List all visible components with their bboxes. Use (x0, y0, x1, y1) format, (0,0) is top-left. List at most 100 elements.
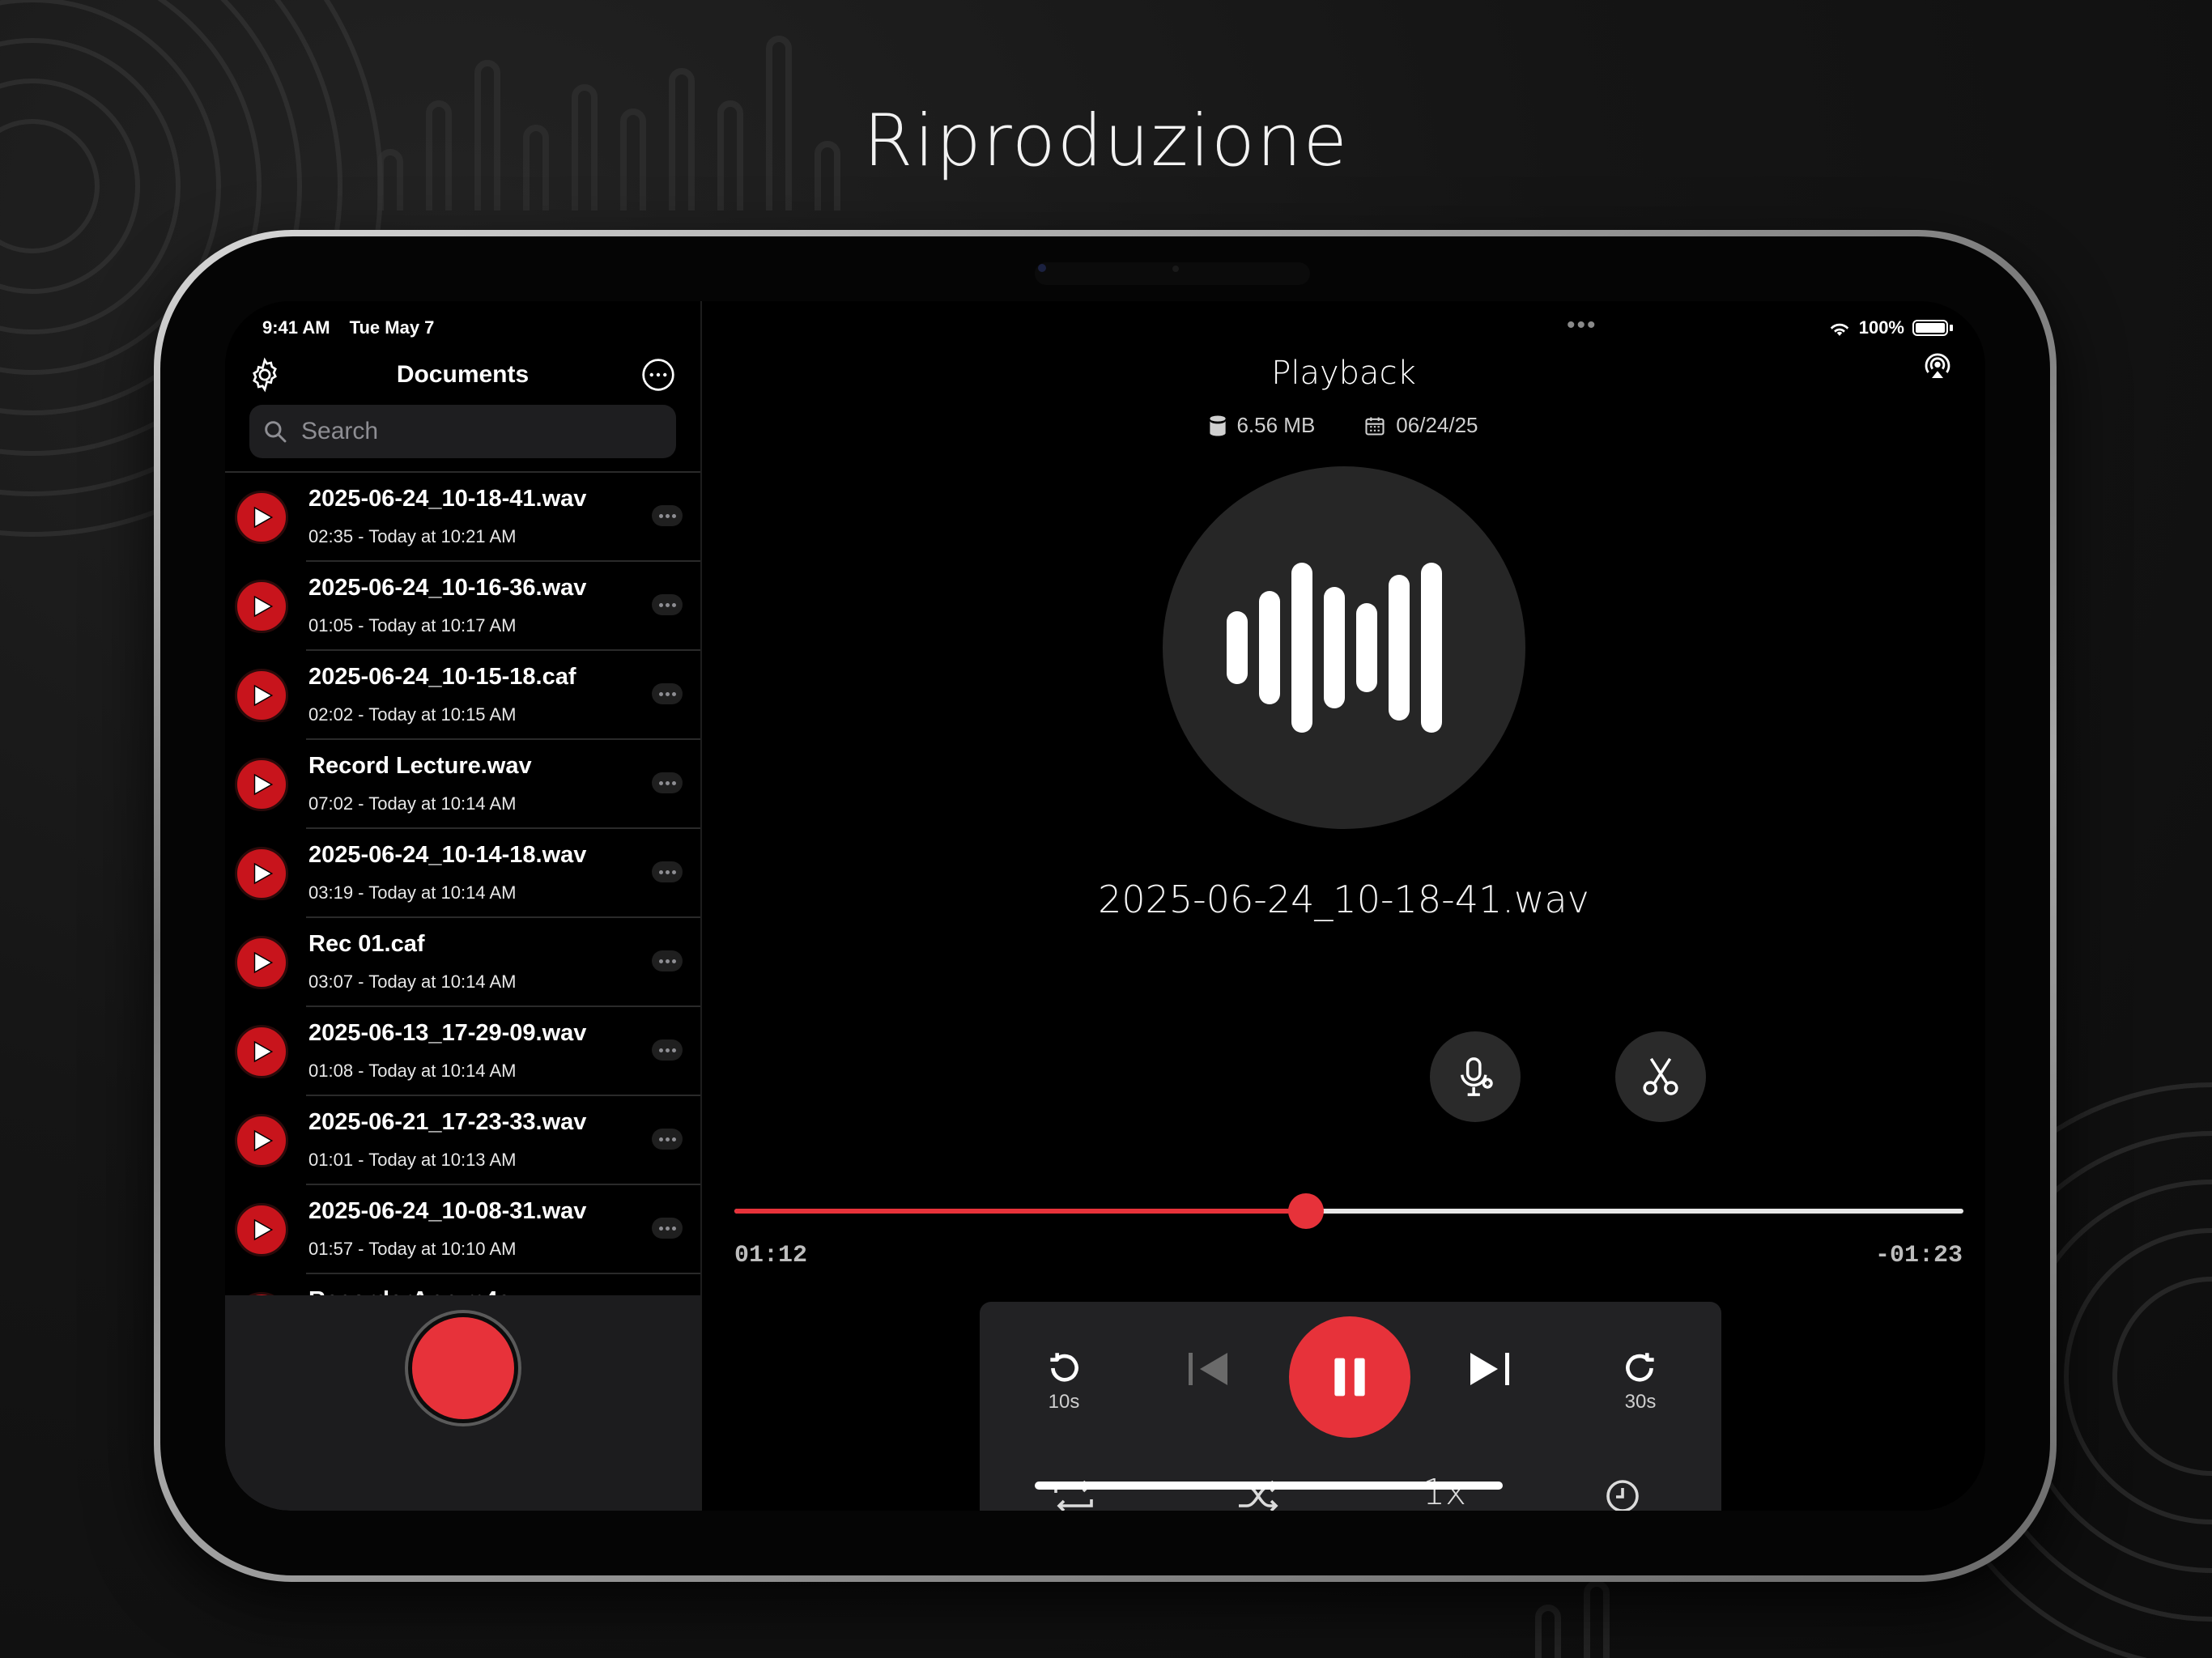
list-item[interactable]: Record Lecture.wav 07:02 - Today at 10:14… (225, 740, 700, 829)
recording-meta: 03:19 - Today at 10:14 AM (308, 882, 517, 903)
recording-name: 2025-06-24_10-18-41.wav (308, 486, 587, 512)
list-item[interactable]: 2025-06-13_17-29-09.wav 01:08 - Today at … (225, 1007, 700, 1096)
recordings-list: 2025-06-24_10-18-41.wav 02:35 - Today at … (225, 471, 700, 1299)
list-item[interactable]: 2025-06-24_10-18-41.wav 02:35 - Today at … (225, 473, 700, 562)
remaining-time: -01:23 (1874, 1242, 1963, 1269)
previous-track-button[interactable] (1168, 1349, 1249, 1389)
dot (671, 1137, 676, 1141)
item-more-button[interactable] (652, 594, 683, 615)
search-input[interactable] (300, 417, 659, 446)
dot (671, 869, 676, 874)
file-size: 6.56 MB (1236, 413, 1316, 437)
sleep-timer-button[interactable] (1598, 1477, 1647, 1511)
file-date-info: 06/24/25 (1363, 413, 1478, 438)
record-button[interactable] (408, 1313, 518, 1423)
status-bar-right: 100% (1828, 317, 1953, 338)
recording-name: Rec 01.caf (308, 931, 425, 957)
dot (665, 691, 670, 696)
mic-plus-icon (1460, 1057, 1493, 1096)
playback-panel: ••• 100% Playback 6.56 MB 06/24/25 2025-… (702, 301, 1985, 1511)
dot (665, 513, 670, 518)
item-more-button[interactable] (652, 1218, 683, 1239)
dot (658, 780, 663, 785)
calendar-icon (1365, 417, 1385, 436)
skip-back-button[interactable]: 10s (1023, 1349, 1104, 1414)
list-item[interactable]: 2025-06-24_10-14-18.wav 03:19 - Today at … (225, 829, 700, 918)
front-camera (1038, 264, 1046, 272)
more-options-button[interactable] (638, 355, 678, 395)
recording-name: 2025-06-24_10-08-31.wav (308, 1198, 587, 1224)
recording-meta: 01:01 - Today at 10:13 AM (308, 1150, 517, 1170)
item-more-button[interactable] (652, 950, 683, 971)
scrubber-thumb[interactable] (1287, 1193, 1324, 1229)
battery-icon (1912, 320, 1948, 336)
play-button[interactable] (235, 1025, 288, 1078)
status-bar-left: 9:41 AM Tue May 7 (262, 317, 449, 338)
record-panel (225, 1295, 700, 1511)
playback-speed: 1x (1422, 1472, 1467, 1511)
recording-name: 2025-06-24_10-16-36.wav (308, 575, 587, 601)
elapsed-time: 01:12 (734, 1242, 808, 1269)
play-button[interactable] (235, 669, 288, 722)
item-more-button[interactable] (652, 683, 683, 704)
play-icon (253, 1129, 274, 1152)
playback-speed-button[interactable]: 1x (1404, 1472, 1485, 1511)
airplay-button[interactable] (1921, 350, 1961, 390)
dot (658, 1048, 663, 1052)
play-button[interactable] (235, 580, 288, 633)
play-icon (253, 951, 274, 974)
home-indicator[interactable] (1035, 1482, 1503, 1490)
sidebar-header: Documents (225, 350, 700, 398)
recording-meta: 01:08 - Today at 10:14 AM (308, 1061, 517, 1081)
dot (671, 1226, 676, 1231)
storage-icon (1210, 414, 1227, 436)
multitasking-handle[interactable]: ••• (1567, 313, 1597, 338)
file-date: 06/24/25 (1396, 413, 1478, 437)
recording-meta: 01:57 - Today at 10:10 AM (308, 1239, 517, 1259)
dot (665, 780, 670, 785)
list-item[interactable]: 2025-06-24_10-16-36.wav 01:05 - Today at … (225, 562, 700, 651)
item-more-button[interactable] (652, 861, 683, 882)
playback-scrubber[interactable] (734, 1187, 1963, 1235)
play-button[interactable] (235, 491, 288, 544)
play-button[interactable] (235, 758, 288, 811)
play-icon (253, 595, 274, 618)
recording-name: 2025-06-21_17-23-33.wav (308, 1109, 587, 1135)
play-button[interactable] (235, 847, 288, 900)
recording-name: 2025-06-13_17-29-09.wav (308, 1020, 587, 1046)
skip-back-label: 10s (1048, 1391, 1080, 1413)
search-icon (265, 421, 287, 443)
play-icon (253, 506, 274, 529)
recording-meta: 01:05 - Today at 10:17 AM (308, 615, 517, 636)
play-button[interactable] (235, 1114, 288, 1167)
search-bar[interactable] (249, 405, 676, 458)
pause-button[interactable] (1289, 1316, 1410, 1438)
dot (671, 691, 676, 696)
camera-housing (1035, 262, 1310, 285)
list-item[interactable]: 2025-06-21_17-23-33.wav 01:01 - Today at … (225, 1096, 700, 1185)
play-button[interactable] (235, 1203, 288, 1256)
scrubber-progress (734, 1209, 1306, 1214)
play-button[interactable] (235, 936, 288, 989)
list-item[interactable]: Rec 01.caf 03:07 - Today at 10:14 AM (225, 918, 700, 1007)
next-track-button[interactable] (1449, 1349, 1530, 1389)
wifi-icon (1830, 323, 1848, 336)
previous-icon (1189, 1353, 1227, 1385)
add-recording-button[interactable] (1430, 1031, 1521, 1122)
status-time: 9:41 AM (262, 317, 330, 338)
item-more-button[interactable] (652, 1129, 683, 1150)
recording-meta: 02:35 - Today at 10:21 AM (308, 526, 517, 546)
pause-icon (1334, 1358, 1365, 1397)
item-more-button[interactable] (652, 505, 683, 526)
list-item[interactable]: 2025-06-24_10-08-31.wav 01:57 - Today at … (225, 1185, 700, 1274)
trim-button[interactable] (1615, 1031, 1706, 1122)
dot (658, 1226, 663, 1231)
item-more-button[interactable] (652, 772, 683, 793)
sidebar-title: Documents (396, 361, 530, 388)
playback-title: Playback (1271, 355, 1416, 392)
list-item[interactable]: 2025-06-24_10-15-18.caf 02:02 - Today at … (225, 651, 700, 740)
documents-sidebar: 9:41 AM Tue May 7 Documents Search 2025-… (225, 301, 702, 1511)
dot (658, 1137, 663, 1141)
skip-forward-button[interactable]: 30s (1600, 1349, 1681, 1414)
item-more-button[interactable] (652, 1039, 683, 1061)
